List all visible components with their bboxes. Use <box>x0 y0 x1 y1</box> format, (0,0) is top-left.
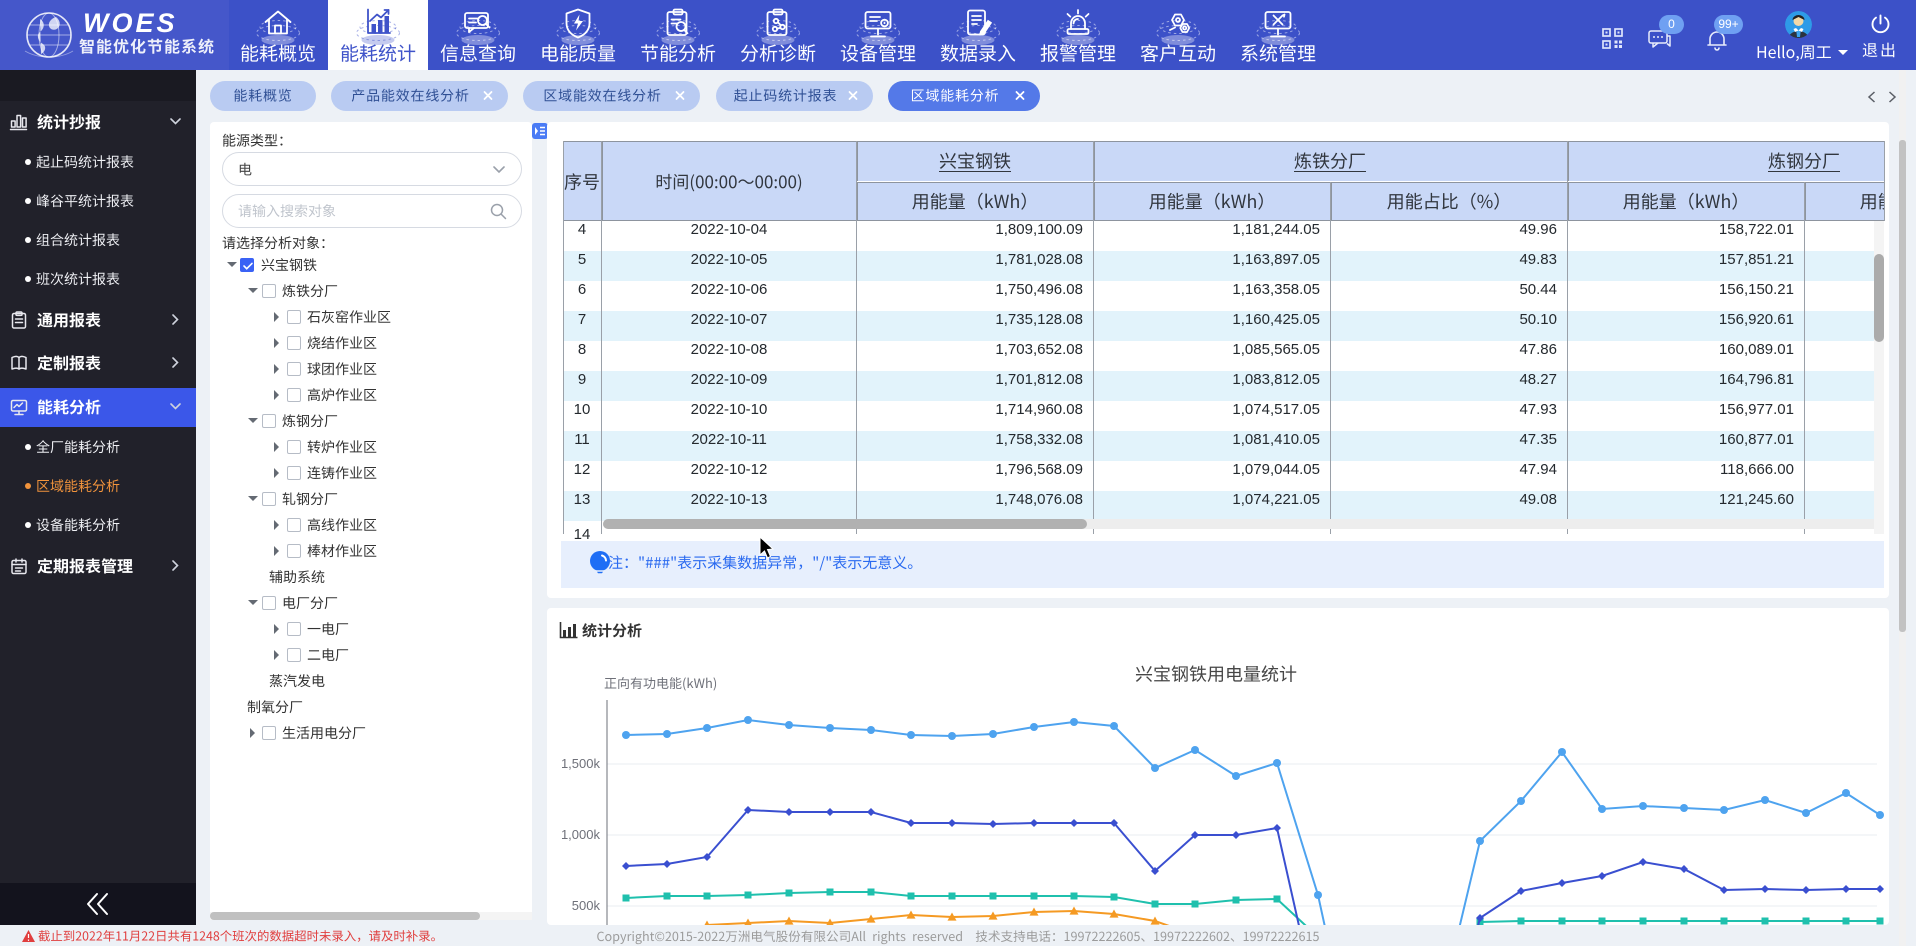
svg-text:500k: 500k <box>572 898 601 913</box>
svg-text:1,500k: 1,500k <box>561 756 601 771</box>
svg-text:1,000k: 1,000k <box>561 827 601 842</box>
